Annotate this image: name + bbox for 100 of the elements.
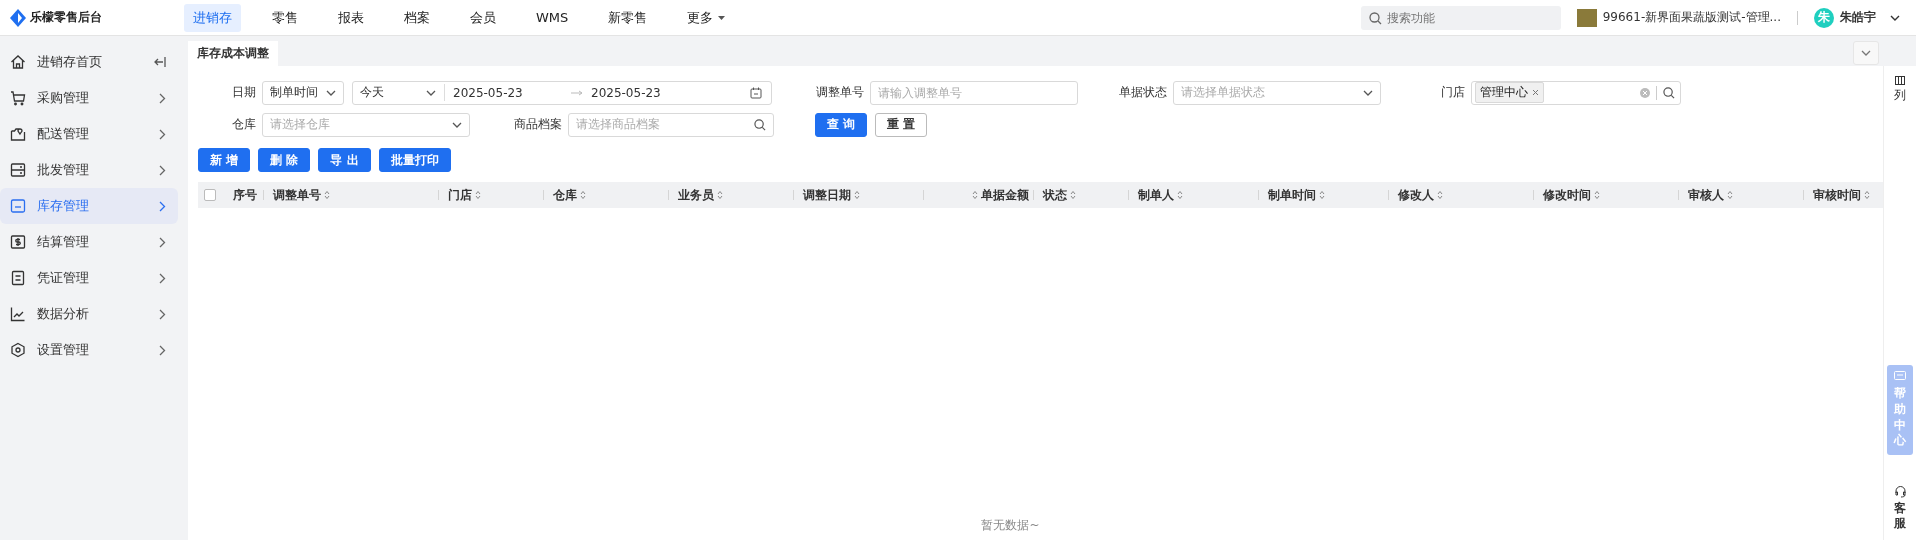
nav-tab[interactable]: 更多 xyxy=(678,3,735,32)
column-header[interactable]: 制单时间 xyxy=(1268,186,1325,204)
store-thumbnail xyxy=(1576,8,1597,27)
chevron-down-icon xyxy=(426,89,436,96)
sort-icon[interactable] xyxy=(854,190,860,200)
nav-tab[interactable]: WMS xyxy=(527,3,578,32)
column-settings-button[interactable]: 列 xyxy=(1894,66,1906,104)
home-icon xyxy=(10,54,26,70)
column-header[interactable]: 审核人 xyxy=(1688,186,1733,204)
clear-icon[interactable] xyxy=(1640,87,1650,98)
chevron-right-icon xyxy=(159,164,166,176)
field-label: 日期 xyxy=(231,84,257,101)
chevron-down-icon xyxy=(1363,89,1373,96)
chevron-down-icon[interactable] xyxy=(1890,14,1900,21)
sidebar-item[interactable]: 采购管理 xyxy=(0,80,178,116)
dollar-icon xyxy=(10,234,26,250)
search-icon[interactable] xyxy=(1663,86,1675,99)
query-button[interactable]: 查 询 xyxy=(815,112,868,137)
nav-tab[interactable]: 新零售 xyxy=(599,3,657,32)
headset-icon xyxy=(1893,484,1907,498)
store-tag: 管理中心 xyxy=(1475,82,1544,103)
column-header[interactable]: 修改时间 xyxy=(1543,186,1600,204)
store-name[interactable]: 99661-新界面果蔬版测试-管理... xyxy=(1602,9,1781,26)
sidebar-item[interactable]: 凭证管理 xyxy=(0,260,178,296)
sort-icon[interactable] xyxy=(324,190,330,200)
document-icon xyxy=(10,270,26,286)
column-header[interactable]: 调整日期 xyxy=(803,186,860,204)
sort-icon[interactable] xyxy=(1070,190,1076,200)
sidebar-item[interactable]: 库存管理 xyxy=(0,188,178,224)
chevron-right-icon xyxy=(159,128,166,140)
sort-icon[interactable] xyxy=(1727,190,1733,200)
nav-tab[interactable]: 会员 xyxy=(461,3,505,32)
user-name[interactable]: 朱皓宇 xyxy=(1840,9,1876,26)
column-header[interactable]: 审核时间 xyxy=(1813,186,1870,204)
sort-icon[interactable] xyxy=(1319,190,1325,200)
chevron-right-icon xyxy=(159,308,166,320)
sidebar-item[interactable]: 数据分析 xyxy=(0,296,178,332)
chevron-right-icon xyxy=(159,92,166,104)
action-button[interactable]: 删 除 xyxy=(258,148,311,172)
column-header[interactable]: 制单人 xyxy=(1138,186,1183,204)
collapse-icon[interactable] xyxy=(154,56,166,68)
sort-icon[interactable] xyxy=(1864,190,1870,200)
map-icon xyxy=(10,126,26,142)
date-preset-select[interactable]: 今天 xyxy=(360,84,445,101)
column-header[interactable]: 业务员 xyxy=(678,186,723,204)
nav-tab[interactable]: 报表 xyxy=(329,3,373,32)
arrow-right-icon xyxy=(571,89,583,96)
start-date[interactable]: 2025-05-23 xyxy=(453,85,563,100)
app-title: 乐檬零售后台 xyxy=(30,9,102,26)
end-date[interactable]: 2025-05-23 xyxy=(591,85,701,100)
sort-icon[interactable] xyxy=(475,190,481,200)
reset-button[interactable]: 重 置 xyxy=(875,112,928,137)
field-label: 门店 xyxy=(1440,84,1466,101)
nav-tab[interactable]: 进销存 xyxy=(184,3,241,32)
page-tab[interactable]: 库存成本调整 xyxy=(188,41,278,66)
action-button[interactable]: 新 增 xyxy=(198,148,251,172)
close-icon[interactable] xyxy=(1532,89,1539,96)
sidebar-item[interactable]: 进销存首页 xyxy=(0,44,178,80)
customer-service-button[interactable]: 客服 xyxy=(1893,484,1907,540)
calendar-icon[interactable] xyxy=(750,86,762,99)
chevron-right-icon xyxy=(159,200,166,212)
tray-icon xyxy=(10,198,26,214)
message-icon xyxy=(1894,371,1906,383)
order-number-field[interactable]: 请输入调整单号 xyxy=(870,80,1078,105)
tab-menu-button[interactable] xyxy=(1853,41,1879,65)
logo-icon xyxy=(10,8,26,27)
column-header[interactable]: 仓库 xyxy=(553,186,586,204)
field-label: 单据状态 xyxy=(1118,84,1168,101)
sidebar-item[interactable]: 批发管理 xyxy=(0,152,178,188)
search-field[interactable]: 搜索功能 xyxy=(1360,5,1561,30)
column-header[interactable]: 修改人 xyxy=(1398,186,1443,204)
date-type-select[interactable]: 制单时间 xyxy=(262,80,344,105)
columns-icon xyxy=(1895,76,1905,85)
select-all-checkbox[interactable] xyxy=(204,189,216,201)
column-header[interactable]: 门店 xyxy=(448,186,481,204)
column-header[interactable]: 调整单号 xyxy=(273,186,330,204)
action-button[interactable]: 批量打印 xyxy=(378,148,451,172)
nav-tab[interactable]: 档案 xyxy=(395,3,439,32)
column-header[interactable]: 单据金额 xyxy=(972,186,1029,204)
sort-icon[interactable] xyxy=(1437,190,1443,200)
chevron-down-icon xyxy=(452,121,462,128)
nav-tab[interactable]: 零售 xyxy=(263,3,307,32)
sort-icon[interactable] xyxy=(1177,190,1183,200)
caret-icon xyxy=(718,15,726,20)
sidebar-item[interactable]: 配送管理 xyxy=(0,116,178,152)
sort-icon[interactable] xyxy=(972,190,978,200)
field-label: 商品档案 xyxy=(513,116,563,133)
sidebar-item[interactable]: 设置管理 xyxy=(0,332,178,368)
chevron-down-icon xyxy=(1861,50,1871,56)
column-header: 序号 xyxy=(233,186,257,204)
store-select[interactable]: 管理中心 xyxy=(1471,80,1681,105)
sort-icon[interactable] xyxy=(580,190,586,200)
sort-icon[interactable] xyxy=(717,190,723,200)
empty-message: 暂无数据~ xyxy=(981,517,1040,534)
hexagon-icon xyxy=(10,342,26,358)
chevron-right-icon xyxy=(159,272,166,284)
sidebar-item[interactable]: 结算管理 xyxy=(0,224,178,260)
column-header[interactable]: 状态 xyxy=(1043,186,1076,204)
action-button[interactable]: 导 出 xyxy=(318,148,371,172)
sort-icon[interactable] xyxy=(1594,190,1600,200)
